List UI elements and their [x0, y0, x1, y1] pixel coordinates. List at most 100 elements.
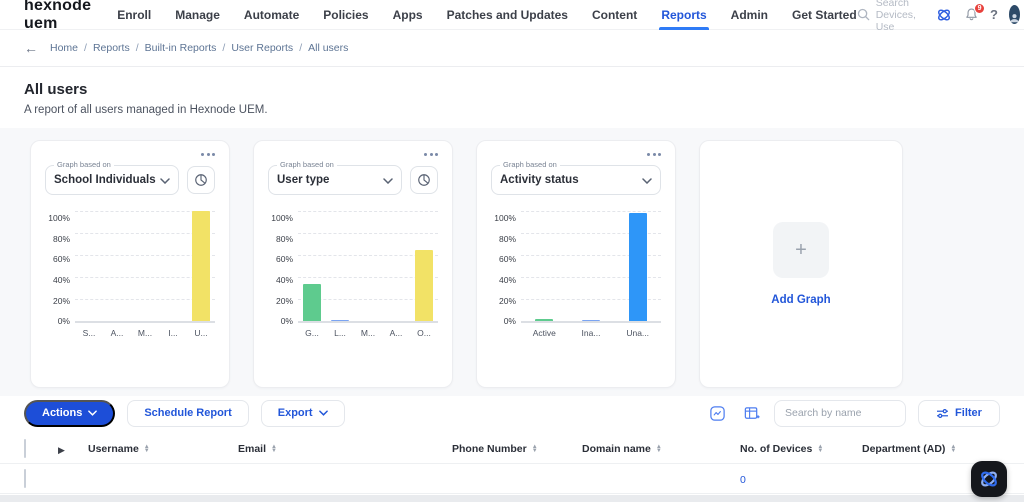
graph-card-school-individuals: Graph based on School Individuals 100% 80…: [30, 140, 230, 388]
breadcrumb-reports[interactable]: Reports: [93, 42, 130, 54]
nav-item-reports-active[interactable]: Reports: [659, 0, 710, 30]
chevron-down-icon: [88, 410, 98, 416]
graph-basis-select[interactable]: Graph based on School Individuals: [45, 160, 179, 195]
bar-Active: [535, 319, 554, 321]
graph-view-toggle-icon[interactable]: [706, 402, 728, 424]
chevron-down-icon: [642, 171, 652, 189]
bar-chart-school-individuals: 100% 80% 60% 40% 20% 0% S... A... M... I... U...: [45, 211, 215, 338]
chevron-down-icon: [160, 171, 170, 189]
nav-item-admin[interactable]: Admin: [731, 0, 768, 30]
graph-basis-select[interactable]: Graph based on Activity status: [491, 160, 661, 195]
sort-icon: ▲ ▼: [271, 444, 277, 454]
chevron-down-icon: [383, 171, 393, 189]
charts-section: Graph based on School Individuals 100% 80…: [0, 128, 1024, 396]
nav-item-get-started[interactable]: Get Started: [792, 0, 857, 30]
actions-button[interactable]: Actions: [24, 399, 116, 427]
export-button-label: Export: [277, 407, 313, 419]
search-icon: [857, 8, 870, 21]
breadcrumb-all-users[interactable]: All users: [308, 42, 348, 54]
column-header-department-ad[interactable]: Department (AD) ▲ ▼: [862, 443, 1000, 455]
nav-item-manage[interactable]: Manage: [175, 0, 220, 30]
graph-basis-value: User type: [277, 174, 330, 186]
breadcrumb-separator: /: [135, 42, 139, 54]
breadcrumb-separator: /: [299, 42, 303, 54]
graph-card-user-type: Graph based on User type 100% 80% 60% 40% 20…: [253, 140, 453, 388]
nav-item-policies[interactable]: Policies: [323, 0, 368, 30]
breadcrumb-user-reports[interactable]: User Reports: [231, 42, 293, 54]
horizontal-scrollbar[interactable]: [0, 495, 1024, 502]
more-options-icon[interactable]: [645, 151, 663, 158]
column-header-domain-name[interactable]: Domain name ▲ ▼: [582, 443, 740, 455]
column-header-phone-number[interactable]: Phone Number ▲ ▼: [452, 443, 582, 455]
expand-caret-icon[interactable]: ▶: [58, 445, 65, 455]
sort-icon: ▲ ▼: [143, 444, 150, 454]
sort-icon: ▲ ▼: [655, 444, 662, 454]
export-button[interactable]: Export: [260, 399, 345, 427]
page-header: All users A report of all users managed …: [0, 67, 1024, 128]
add-graph-card[interactable]: + Add Graph: [699, 140, 903, 388]
plus-icon: +: [795, 238, 807, 261]
global-search-placeholder: Search Devices, Use: [875, 0, 916, 33]
more-options-icon[interactable]: [422, 151, 440, 158]
more-options-icon[interactable]: [199, 151, 217, 158]
column-label: Email: [238, 443, 267, 455]
bar-U...: [192, 211, 210, 321]
table-header-row: ▶ Username ▲ ▼ Email ▲ ▼ Phone Number ▲ ▼ D…: [0, 435, 1024, 464]
sort-icon: ▲ ▼: [531, 444, 538, 454]
devices-count-link[interactable]: 0: [740, 474, 746, 486]
back-arrow-icon[interactable]: ←: [24, 40, 38, 56]
breadcrumb-separator: /: [84, 42, 87, 54]
graph-based-on-label: Graph based on: [500, 160, 560, 169]
breadcrumb-separator: /: [222, 42, 226, 54]
bar-L...: [331, 319, 349, 321]
nav-item-enroll[interactable]: Enroll: [117, 0, 151, 30]
schedule-report-button[interactable]: Schedule Report: [127, 399, 249, 427]
chevron-down-icon: [318, 410, 328, 416]
add-graph-plus-tile[interactable]: +: [773, 222, 829, 278]
column-label: Domain name: [582, 443, 651, 455]
nav-item-patches-and-updates[interactable]: Patches and Updates: [447, 0, 568, 30]
column-header-no-of-devices[interactable]: No. of Devices ▲ ▼: [740, 443, 862, 455]
help-icon[interactable]: ?: [990, 7, 998, 22]
filter-button[interactable]: Filter: [918, 399, 1000, 427]
graph-based-on-label: Graph based on: [277, 160, 337, 169]
row-checkbox[interactable]: [24, 468, 26, 488]
hexnode-messenger-icon[interactable]: [935, 6, 953, 24]
nav-item-apps[interactable]: Apps: [393, 0, 423, 30]
bar-Una...: [628, 213, 647, 321]
graph-based-on-label: Graph based on: [54, 160, 114, 169]
hexnode-chat-widget[interactable]: [971, 461, 1007, 497]
breadcrumb-home[interactable]: Home: [50, 42, 78, 54]
column-header-username[interactable]: Username ▲ ▼: [88, 443, 238, 455]
column-label: Department (AD): [862, 443, 946, 455]
nav-item-content[interactable]: Content: [592, 0, 637, 30]
bar-chart-activity-status: 100% 80% 60% 40% 20% 0% Active Ina... Una...: [491, 211, 661, 338]
breadcrumb-built-in-reports[interactable]: Built-in Reports: [145, 42, 217, 54]
main-menu: Enroll Manage Automate Policies Apps Pat…: [117, 0, 857, 30]
pie-chart-toggle-button[interactable]: [410, 166, 438, 194]
hexnode-uem-logo[interactable]: hexnode uem: [24, 0, 91, 33]
page-subtitle: A report of all users managed in Hexnode…: [24, 104, 268, 116]
add-graph-label[interactable]: Add Graph: [771, 294, 830, 306]
nav-item-automate[interactable]: Automate: [244, 0, 299, 30]
schedule-report-label: Schedule Report: [144, 407, 232, 419]
graph-basis-select[interactable]: Graph based on User type: [268, 160, 402, 195]
column-label: Username: [88, 443, 139, 455]
graph-basis-value: Activity status: [500, 174, 579, 186]
hexnode-logo-icon: [981, 471, 997, 487]
filter-button-label: Filter: [955, 407, 982, 419]
graph-card-activity-status: Graph based on Activity status 100% 80% 60…: [476, 140, 676, 388]
bar-O...: [415, 249, 433, 321]
column-header-email[interactable]: Email ▲ ▼: [238, 443, 452, 455]
bar-chart-user-type: 100% 80% 60% 40% 20% 0% G... L... M... A... O...: [268, 211, 438, 338]
search-by-name-input[interactable]: [774, 399, 906, 427]
customize-columns-icon[interactable]: [740, 402, 762, 424]
pie-chart-toggle-button[interactable]: [187, 166, 215, 194]
breadcrumb-bar: ← Home / Reports / Built-in Reports / Us…: [0, 30, 1024, 67]
sort-icon: ▲ ▼: [950, 444, 957, 454]
select-all-checkbox[interactable]: [24, 439, 26, 458]
table-row[interactable]: 0: [0, 464, 1024, 494]
notifications-bell-icon[interactable]: 9: [964, 3, 986, 22]
user-avatar[interactable]: [1008, 5, 1020, 24]
global-search[interactable]: Search Devices, Use: [857, 0, 924, 33]
